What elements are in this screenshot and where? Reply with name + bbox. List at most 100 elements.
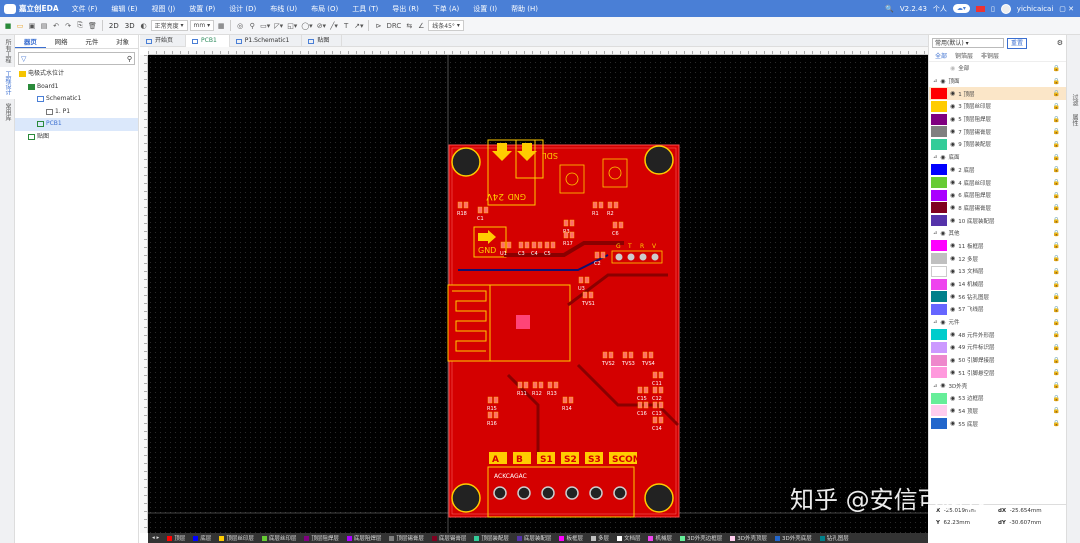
- text-icon[interactable]: T: [341, 20, 351, 32]
- menu-item[interactable]: 下单 (A): [426, 4, 466, 14]
- menu-item[interactable]: 导出 (R): [385, 4, 426, 14]
- redo-icon[interactable]: ↷: [63, 20, 73, 32]
- save-icon[interactable]: ▣: [27, 20, 37, 32]
- left-panel-tab[interactable]: 对象: [107, 35, 138, 48]
- status-layer-item[interactable]: 顶层装配层: [470, 534, 513, 542]
- left-rail-tab[interactable]: 所有工程: [0, 35, 15, 67]
- eye-icon[interactable]: ◉: [950, 281, 955, 288]
- layer-tab[interactable]: 非铜层: [981, 51, 999, 61]
- status-layer-item[interactable]: 顶层阻焊层: [300, 534, 343, 542]
- menu-item[interactable]: 布局 (O): [304, 4, 345, 14]
- layer-color-swatch[interactable]: [931, 418, 947, 430]
- layer-color-swatch[interactable]: [931, 253, 947, 265]
- layer-group[interactable]: ⊿ ◉ 顶面 🔒: [929, 75, 1066, 88]
- via-icon[interactable]: ◎: [235, 20, 245, 32]
- region-icon[interactable]: ◱▾: [286, 20, 298, 32]
- new-icon[interactable]: ■: [3, 20, 13, 32]
- tree-item[interactable]: 贴图: [15, 131, 138, 144]
- lock-icon[interactable]: 🔒: [1053, 268, 1060, 275]
- lock-icon[interactable]: 🔒: [1053, 230, 1060, 237]
- layer-row[interactable]: ◉ 53 边框层 🔒: [929, 392, 1066, 405]
- layer-group[interactable]: ⊿ ◉ 3D外壳 🔒: [929, 379, 1066, 392]
- lock-icon[interactable]: 🔒: [1053, 217, 1060, 224]
- status-layer-item[interactable]: 底层: [189, 534, 215, 542]
- layer-row[interactable]: ◉ 11 板框层 🔒: [929, 240, 1066, 253]
- eye-icon[interactable]: ◉: [940, 230, 945, 237]
- display-mode-select[interactable]: 正常亮度 ▾: [150, 20, 188, 31]
- expand-icon[interactable]: ⊿: [933, 154, 937, 160]
- layer-color-swatch[interactable]: [931, 354, 947, 366]
- layer-row[interactable]: ◉ 5 顶层阻焊层 🔒: [929, 113, 1066, 126]
- lock-icon[interactable]: 🔒: [1053, 141, 1060, 148]
- window-controls[interactable]: ▢ ✕: [1059, 5, 1074, 13]
- layer-row[interactable]: ◉ 55 底层 🔒: [929, 417, 1066, 430]
- user-mode-select[interactable]: 个人: [933, 4, 947, 14]
- status-layer-item[interactable]: 机械层: [644, 534, 676, 542]
- terminal-hole[interactable]: [565, 486, 579, 500]
- menu-item[interactable]: 文件 (F): [65, 4, 105, 14]
- menu-item[interactable]: 工具 (T): [345, 4, 385, 14]
- pin-icon[interactable]: ⚲: [247, 20, 257, 32]
- pcb-canvas[interactable]: 24V GND SDL GND GTRV U1 C3 C4 C5 C6 R1 R2: [148, 55, 928, 533]
- layer-color-swatch[interactable]: [931, 392, 947, 404]
- layer-row[interactable]: ◉ 2 底层 🔒: [929, 164, 1066, 177]
- layer-row[interactable]: ◉ 1 顶层 🔒: [929, 87, 1066, 101]
- status-layer-item[interactable]: 底层锡膏层: [428, 534, 471, 542]
- right-rail-tab[interactable]: 过滤: [1067, 90, 1080, 110]
- layer-color-swatch[interactable]: [931, 278, 947, 290]
- lock-icon[interactable]: 🔒: [1053, 128, 1060, 135]
- status-layer-item[interactable]: 底层阻焊层: [343, 534, 386, 542]
- layer-row[interactable]: ◉ 7 顶层锡膏层 🔒: [929, 125, 1066, 138]
- lock-icon[interactable]: 🔒: [1053, 293, 1060, 300]
- terminal-hole[interactable]: [517, 486, 531, 500]
- status-layer-item[interactable]: 钻孔图层: [816, 534, 853, 542]
- lock-icon[interactable]: 🔒: [1053, 281, 1060, 288]
- polygon-icon[interactable]: ◸▾: [273, 20, 284, 32]
- lock-icon[interactable]: 🔒: [1053, 369, 1060, 376]
- eye-icon[interactable]: ◉: [950, 369, 955, 376]
- layer-color-swatch[interactable]: [931, 189, 947, 201]
- lock-icon[interactable]: 🔒: [1053, 395, 1060, 402]
- view-2d-button[interactable]: 2D: [107, 22, 121, 30]
- unit-select[interactable]: mm ▾: [189, 20, 215, 31]
- route-icon[interactable]: ⊳: [373, 20, 383, 32]
- layer-color-swatch[interactable]: [931, 164, 947, 176]
- layer-color-swatch[interactable]: [931, 303, 947, 315]
- layer-row[interactable]: ◉ 12 多层 🔒: [929, 252, 1066, 265]
- layer-row[interactable]: ◉ 3 顶层丝印层 🔒: [929, 100, 1066, 113]
- layer-color-swatch[interactable]: [931, 329, 947, 341]
- layer-color-swatch[interactable]: [931, 215, 947, 227]
- eye-icon[interactable]: ◉: [950, 344, 955, 351]
- layer-row[interactable]: ◉ 48 元件外形层 🔒: [929, 328, 1066, 341]
- tree-item[interactable]: Board1: [15, 81, 138, 94]
- lock-icon[interactable]: 🔒: [1053, 90, 1060, 97]
- status-nav-icon[interactable]: ◂ ▸: [148, 535, 163, 541]
- eye-icon[interactable]: ◉: [950, 306, 955, 313]
- left-panel-tab[interactable]: 元件: [77, 35, 108, 48]
- expand-icon[interactable]: ⊿: [933, 230, 937, 236]
- menu-item[interactable]: 设置 (I): [466, 4, 504, 14]
- layer-color-swatch[interactable]: [931, 240, 947, 252]
- menu-item[interactable]: 视图 (J): [145, 4, 183, 14]
- layer-row[interactable]: ◉ 57 飞线层 🔒: [929, 303, 1066, 316]
- open-icon[interactable]: ▭: [15, 20, 25, 32]
- pcb-board[interactable]: 24V GND SDL GND GTRV U1 C3 C4 C5C6R1 R2R…: [148, 55, 928, 533]
- layer-row[interactable]: ◉ 13 文档层 🔒: [929, 265, 1066, 278]
- eye-icon[interactable]: ◉: [950, 242, 955, 249]
- terminal-label[interactable]: B: [513, 452, 531, 465]
- layer-group[interactable]: ⊿ ◉ 其他 🔒: [929, 227, 1066, 240]
- eye-icon[interactable]: ◉: [950, 217, 955, 224]
- layer-color-swatch[interactable]: [931, 341, 947, 353]
- lock-icon[interactable]: 🔒: [1053, 103, 1060, 110]
- terminal-hole[interactable]: [541, 486, 555, 500]
- status-layer-item[interactable]: 3D外壳顶层: [726, 534, 771, 542]
- undo-icon[interactable]: ↶: [51, 20, 61, 32]
- terminal-label[interactable]: S1: [537, 452, 555, 465]
- status-layer-item[interactable]: 顶层锡膏层: [385, 534, 428, 542]
- document-tab[interactable]: PCB1: [186, 35, 230, 47]
- angle-select[interactable]: 线条45° ▾: [428, 20, 464, 31]
- terminal-label[interactable]: S3: [585, 452, 603, 465]
- lock-icon[interactable]: 🔒: [1053, 344, 1060, 351]
- copy-icon[interactable]: ⎘: [75, 20, 85, 32]
- lock-icon[interactable]: 🔒: [1053, 192, 1060, 199]
